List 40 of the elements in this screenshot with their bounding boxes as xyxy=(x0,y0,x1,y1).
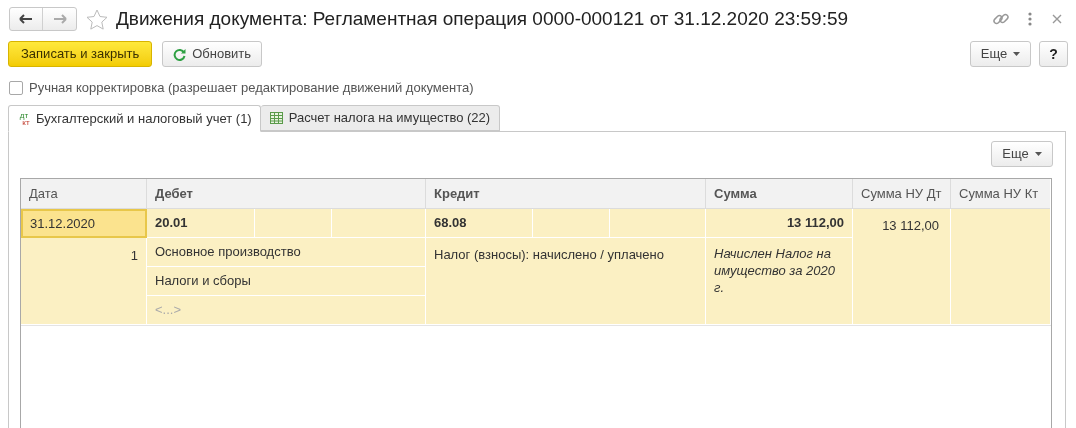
column-header[interactable]: Кредит xyxy=(426,179,706,209)
help-button[interactable]: ? xyxy=(1039,41,1068,67)
refresh-icon xyxy=(173,47,187,61)
table-cell[interactable]: 13 112,00 xyxy=(853,209,951,325)
table-cell[interactable] xyxy=(255,209,332,238)
save-and-close-button[interactable]: Записать и закрыть xyxy=(8,41,153,67)
column-header[interactable]: Сумма НУ Дт xyxy=(853,179,951,209)
refresh-button[interactable]: Обновить xyxy=(162,41,263,67)
column-header[interactable]: Дебет xyxy=(147,179,426,209)
table-cell[interactable]: Налог (взносы): начислено / уплачено xyxy=(426,238,706,325)
star-icon[interactable] xyxy=(86,8,108,30)
more-button[interactable]: Еще xyxy=(991,141,1053,167)
table-icon xyxy=(269,112,283,124)
table-cell[interactable] xyxy=(610,209,706,238)
table-cell[interactable] xyxy=(332,209,426,238)
forward-arrow-icon xyxy=(52,14,67,24)
debit-credit-icon: дт кт xyxy=(17,111,31,126)
close-icon[interactable] xyxy=(1052,14,1062,24)
table-cell[interactable] xyxy=(951,209,1050,325)
column-header[interactable]: Сумма xyxy=(706,179,853,209)
tab[interactable]: Расчет налога на имущество (22) xyxy=(260,105,501,131)
caret-icon xyxy=(1034,152,1042,156)
back-arrow-icon xyxy=(19,14,33,24)
caret-icon xyxy=(1013,52,1021,56)
table-cell[interactable]: 13 112,00 xyxy=(706,209,853,238)
table-cell[interactable] xyxy=(533,209,610,238)
table-cell[interactable]: Начислен Налог на имущество за 2020 г. xyxy=(706,238,853,325)
manual-edit-checkbox[interactable] xyxy=(9,81,23,95)
table-cell[interactable]: Основное производство xyxy=(147,238,426,267)
window-title: Движения документа: Регламентная операция 0000-000121 от 31.12.2020 23:59:59 xyxy=(116,6,849,31)
column-header[interactable]: Сумма НУ Кт xyxy=(951,179,1050,209)
more-options-icon[interactable] xyxy=(1028,12,1032,26)
table-cell[interactable]: 31.12.2020 xyxy=(21,209,147,238)
checkbox-label: Ручная корректировка (разрешает редактирование движений документа) xyxy=(29,79,474,98)
table-cell[interactable]: 20.01 xyxy=(147,209,255,238)
more-button[interactable]: Еще xyxy=(970,41,1031,67)
table-cell[interactable]: 1 xyxy=(21,238,147,325)
column-header[interactable]: Дата xyxy=(21,179,147,209)
table-cell[interactable]: 68.08 xyxy=(426,209,533,238)
table-cell[interactable]: Налоги и сборы xyxy=(147,267,426,296)
